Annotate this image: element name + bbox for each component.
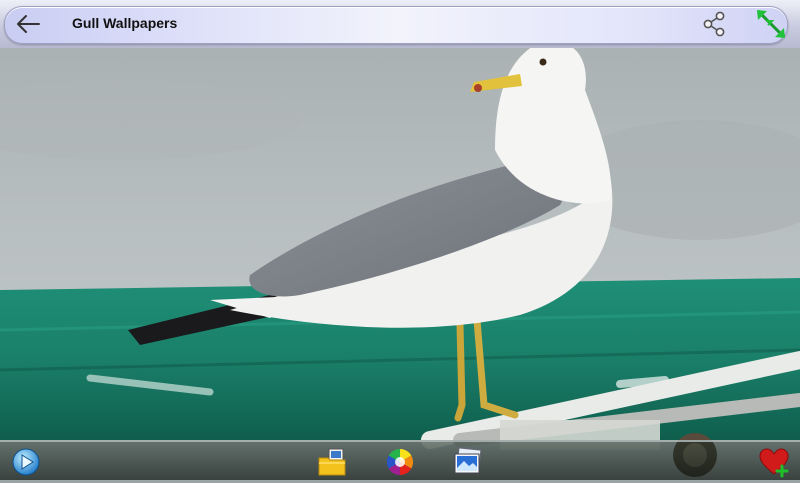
photo-gallery-icon: [454, 447, 482, 474]
color-wheel-icon: [386, 448, 414, 476]
arrow-left-icon: [17, 15, 40, 33]
gallery-button[interactable]: [452, 446, 484, 478]
fullscreen-button[interactable]: [753, 6, 789, 42]
wallpaper-image: [0, 0, 800, 480]
folder-images-icon: [318, 448, 346, 476]
bottom-toolbar: [0, 440, 800, 480]
add-favorite-button[interactable]: [758, 446, 790, 478]
folder-button[interactable]: [316, 446, 348, 478]
favorite-heart-add-icon: [759, 448, 789, 478]
back-button[interactable]: [14, 11, 42, 37]
expand-arrows-icon: [756, 9, 786, 39]
app-header: Gull Wallpapers: [0, 0, 800, 48]
play-slideshow-icon: [12, 448, 40, 476]
page-title: Gull Wallpapers: [72, 15, 178, 31]
color-picker-button[interactable]: [384, 446, 416, 478]
slideshow-button[interactable]: [10, 446, 42, 478]
share-icon: [703, 11, 725, 37]
share-button[interactable]: [700, 10, 728, 38]
